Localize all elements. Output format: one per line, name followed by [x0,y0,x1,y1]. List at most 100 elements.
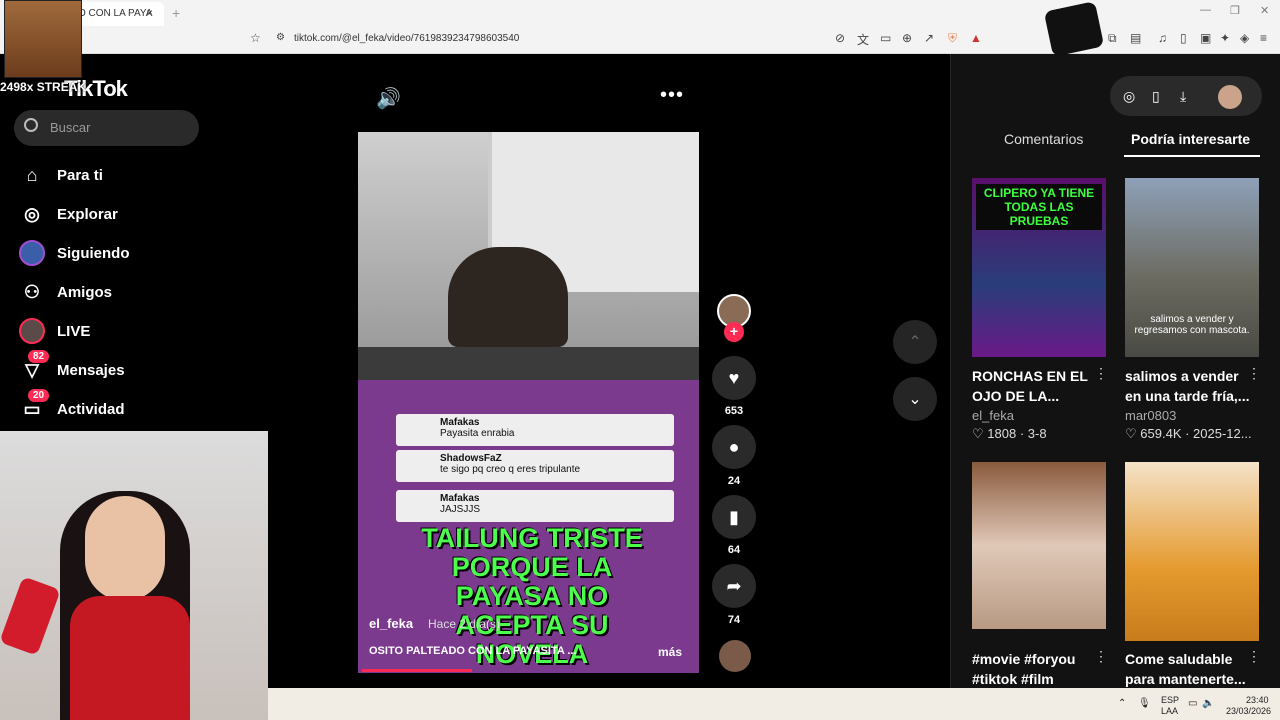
chat-text: te sigo pq creo q eres tripulante [440,464,581,475]
card-menu-icon[interactable]: ⋮ [1247,648,1261,665]
chat-text: JAJSJJS [440,504,481,515]
card-menu-icon[interactable]: ⋮ [1094,365,1108,382]
more-link[interactable]: más [658,645,682,659]
wallet-icon[interactable]: ▣ [1200,31,1211,45]
card-title[interactable]: Come saludable para mantenerte... [1125,649,1253,689]
tab-recommended[interactable]: Podría interesarte [1131,131,1250,147]
search-input[interactable]: Buscar [14,110,199,146]
next-video-button[interactable]: ⌄ [893,377,937,421]
clock-time[interactable]: 23:40 [1246,695,1269,705]
video-progress-bar[interactable] [362,669,472,672]
close-window-icon[interactable]: ✕ [1260,4,1269,17]
comment-count: 24 [727,475,741,487]
site-info-icon[interactable]: ⚙ [276,32,285,43]
chevron-up-icon: ⌃ [908,334,922,351]
sidebar-item-mensajes[interactable]: ▽ 82 Mensajes [18,350,125,385]
minimize-icon[interactable]: — [1200,4,1211,16]
zoom-icon[interactable]: ⊕ [902,31,912,45]
new-tab-button[interactable]: + [172,5,180,21]
video-card-thumbnail[interactable] [1125,462,1259,641]
previous-video-button[interactable]: ⌃ [893,320,937,364]
close-tab-icon[interactable]: × [146,6,153,20]
chat-user: Mafakas [440,493,480,504]
card-menu-icon[interactable]: ⋮ [1247,365,1261,382]
clock-date[interactable]: 23/03/2026 [1226,706,1271,716]
following-icon [18,239,46,267]
sidebar-item-live[interactable]: LIVE [18,316,90,346]
search-placeholder: Buscar [50,120,91,135]
chat-message: ShadowsFaZ te sigo pq creo q eres tripula… [396,450,674,482]
card-author[interactable]: mar0803 [1125,408,1176,423]
ai-icon[interactable]: ✦ [1220,31,1230,45]
card-stats: ♡ 659.4K · 2025-12... [1125,426,1252,442]
language-indicator[interactable]: ESP [1161,695,1179,705]
sidebar-item-label: Mensajes [57,361,125,379]
card-title[interactable]: salimos a vender en una tarde fría,... [1125,366,1253,406]
volume-icon[interactable]: 🔊 [376,86,401,111]
video-card-thumbnail[interactable] [972,462,1106,629]
comment-button[interactable]: ● [712,425,756,469]
sidebar-item-para-ti[interactable]: ⌂ Para ti [18,160,103,190]
chat-message: Mafakas JAJSJJS [396,490,674,522]
network-icon[interactable]: ▭ [1188,698,1197,709]
friends-icon: ⚇ [23,281,41,302]
triangle-icon[interactable]: ▲ [970,31,982,45]
sidebar-item-actividad[interactable]: ▭ 20 Actividad [18,389,125,424]
sidebar-item-label: Siguiendo [57,244,130,262]
profile-avatar[interactable] [1218,85,1242,109]
video-author[interactable]: el_feka [369,616,413,631]
cast-icon[interactable]: ▭ [880,31,891,45]
download-icon[interactable]: ⤓ [1180,88,1186,105]
tab-comments[interactable]: Comentarios [1004,131,1083,147]
video-player[interactable]: Buscar MafakasPayasita enrabia ShadowsFa… [358,132,699,673]
sidebar-item-siguiendo[interactable]: Siguiendo [18,238,130,268]
menu-icon[interactable]: ≡ [1260,31,1267,45]
speaker-icon[interactable]: 🔈 [1202,698,1214,709]
mic-icon[interactable]: 🎙 [1138,698,1151,709]
like-count: 653 [724,405,744,417]
extensions-icon[interactable]: ⧉ [1108,31,1117,46]
video-time: Hace 2 día(s) [428,617,501,631]
sidebar-toggle-icon[interactable]: ▯ [1180,31,1187,45]
video-webcam-scene [358,132,699,347]
video-description: OSITO PALTEADO CON LA PAYASITA ... [369,645,577,657]
sidebar-item-explorar[interactable]: ◎ Explorar [18,199,118,229]
webcam-overlay [0,431,268,720]
follow-plus-icon[interactable]: + [724,322,744,342]
live-icon [18,317,46,345]
card-stats-value: 1808 · 3-8 [987,426,1047,441]
shield-icon[interactable]: ⛨ [948,31,957,46]
sidebar-item-label: Actividad [57,400,125,418]
sidebar-item-amigos[interactable]: ⚇ Amigos [18,277,112,307]
vpn-icon[interactable]: ◈ [1240,31,1249,45]
card-menu-icon[interactable]: ⋮ [1094,648,1108,665]
translate-icon[interactable]: 文 [857,31,869,48]
device-icon[interactable]: ▯ [1152,88,1160,105]
card-title[interactable]: RONCHAS EN EL OJO DE LA... [972,366,1100,406]
streamer-face [85,496,165,601]
video-card-thumbnail[interactable]: CLIPERO YA TIENE TODAS LAS PRUEBAS [972,178,1106,357]
save-button[interactable]: ▮ [712,495,756,539]
sidebar-item-label: Para ti [57,166,103,184]
share-count: 74 [727,614,741,626]
video-card-thumbnail[interactable]: salimos a vender y regresamos con mascot… [1125,178,1259,357]
activity-badge: 20 [28,389,50,402]
chat-text: Payasita enrabia [440,428,515,439]
card-author[interactable]: el_feka [972,408,1014,423]
share-icon[interactable]: ↗ [924,31,934,45]
tray-chevron-icon[interactable]: ⌃ [1118,698,1126,709]
taskbar [268,688,1280,720]
compass-icon[interactable]: ◎ [1123,88,1135,105]
reader-icon[interactable]: ▤ [1130,31,1141,45]
heart-icon: ♡ [1125,426,1141,441]
sidebar-item-label: LIVE [57,322,91,340]
restore-icon[interactable]: ❐ [1230,4,1240,17]
like-button[interactable]: ♥ [712,356,756,400]
more-options-icon[interactable]: ••• [660,84,684,107]
media-icon[interactable]: ⊘ [835,31,845,45]
streamer-shirt [70,596,190,720]
music-icon[interactable]: ♫ [1158,31,1167,45]
share-button[interactable]: ➦ [712,564,756,608]
music-avatar[interactable] [719,640,751,672]
card-title[interactable]: #movie #foryou #tiktok #film [972,649,1100,689]
